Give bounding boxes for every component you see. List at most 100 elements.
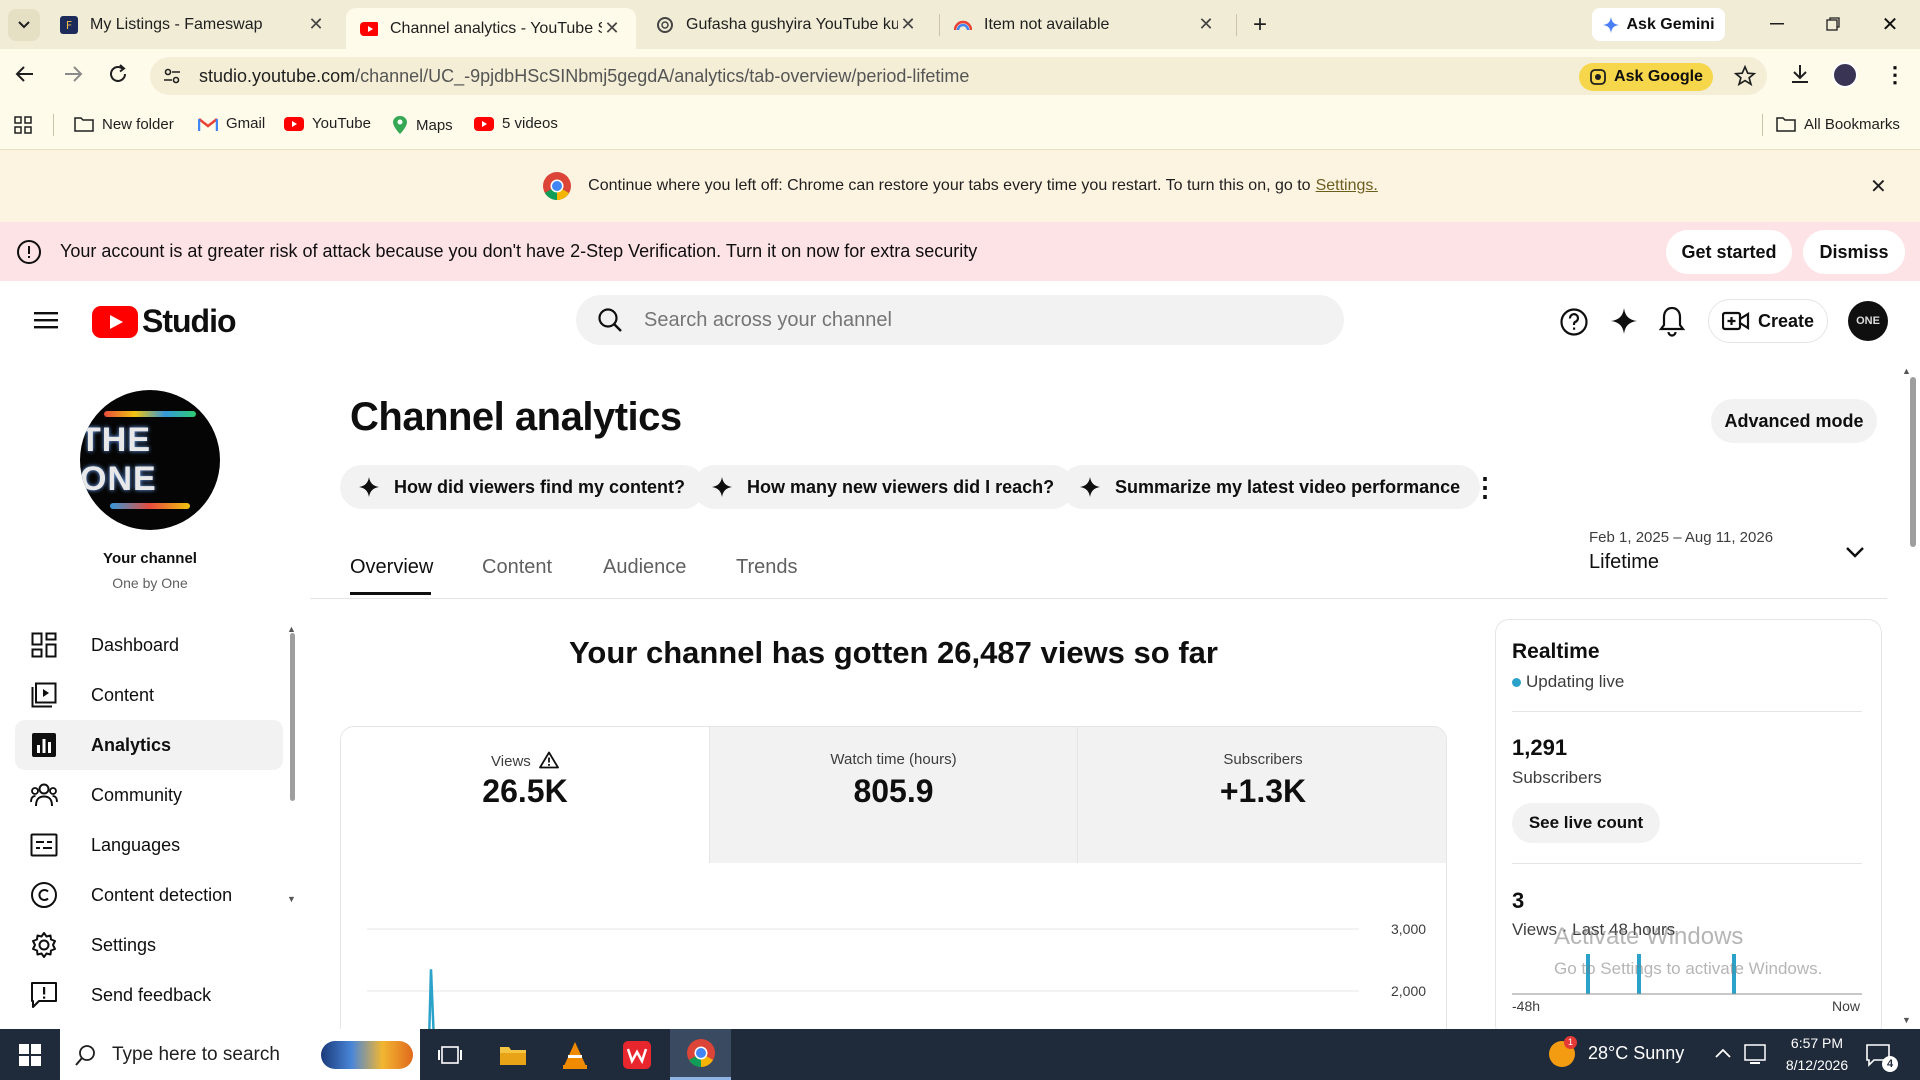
warning-triangle-icon[interactable]: [539, 751, 559, 769]
ai-question-chip[interactable]: Summarize my latest video performance: [1061, 465, 1481, 509]
network-icon[interactable]: [1744, 1043, 1766, 1070]
bookmark-5-videos[interactable]: 5 videos: [474, 115, 558, 132]
apps-grid-icon[interactable]: [14, 116, 32, 139]
metric-views[interactable]: Views 26.5K: [341, 727, 709, 863]
hamburger-menu-icon[interactable]: [34, 310, 58, 335]
security-banner: Your account is at greater risk of attac…: [0, 222, 1920, 281]
browser-tab-active[interactable]: Channel analytics - YouTube Studio ✕: [346, 8, 636, 49]
bookmark-youtube[interactable]: YouTube: [284, 115, 371, 132]
ask-google-button[interactable]: Ask Google: [1579, 63, 1713, 91]
nav-analytics[interactable]: Analytics: [15, 720, 283, 770]
advanced-mode-button[interactable]: Advanced mode: [1711, 399, 1877, 443]
forward-arrow-icon[interactable]: [62, 63, 84, 90]
search-input[interactable]: [644, 308, 1304, 332]
tab-trends[interactable]: Trends: [736, 556, 798, 579]
taskbar-search-box[interactable]: Type here to search: [60, 1029, 420, 1080]
wps-office-icon[interactable]: [607, 1029, 667, 1080]
sidebar-scrollbar-thumb[interactable]: [290, 633, 295, 801]
minimize-window-icon[interactable]: [1763, 10, 1791, 38]
clock-date[interactable]: 8/12/2026: [1772, 1057, 1862, 1073]
bookmark-star-icon[interactable]: [1733, 64, 1757, 92]
windows-start-icon[interactable]: [0, 1029, 60, 1080]
channel-search[interactable]: [576, 295, 1344, 345]
site-info-icon[interactable]: [162, 66, 182, 86]
scroll-up-arrow-icon[interactable]: ▲: [1902, 366, 1911, 376]
nav-languages[interactable]: Languages: [15, 820, 283, 870]
ai-question-chip[interactable]: How many new viewers did I reach?: [693, 465, 1075, 509]
weather-text[interactable]: 28°C Sunny: [1588, 1043, 1684, 1064]
period-label: Lifetime: [1589, 551, 1660, 573]
create-button[interactable]: Create: [1708, 299, 1828, 343]
tab-search-button[interactable]: [8, 9, 40, 41]
scroll-down-arrow-icon[interactable]: ▼: [1902, 1015, 1911, 1025]
nav-content-detection[interactable]: Content detection: [15, 870, 283, 920]
nav-label: Content: [91, 684, 155, 705]
account-avatar[interactable]: ONE: [1848, 301, 1888, 341]
close-tab-icon[interactable]: ✕: [602, 18, 622, 39]
scroll-down-arrow-icon[interactable]: ▼: [287, 894, 296, 904]
bookmarks-divider: [53, 114, 54, 136]
nav-send-feedback[interactable]: Send feedback: [15, 970, 283, 1020]
close-tab-icon[interactable]: ✕: [898, 14, 918, 35]
chrome-taskbar-icon[interactable]: [670, 1029, 731, 1080]
realtime-view-bar[interactable]: [1637, 954, 1641, 994]
tab-title: Gufasha gushyira YouTube kuri: [686, 15, 898, 33]
nav-community[interactable]: Community: [15, 770, 283, 820]
tab-overview[interactable]: Overview: [350, 556, 433, 579]
ai-sparkle-icon[interactable]: [1610, 307, 1638, 340]
realtime-view-bar[interactable]: [1586, 954, 1590, 994]
metric-watch-time[interactable]: Watch time (hours) 805.9: [709, 727, 1077, 863]
tab-audience[interactable]: Audience: [603, 556, 686, 579]
browser-tab[interactable]: Gufasha gushyira YouTube kuri ✕: [642, 6, 932, 43]
file-explorer-icon[interactable]: [483, 1029, 543, 1080]
date-range-picker[interactable]: Feb 1, 2025 – Aug 11, 2026 Lifetime: [1589, 529, 1879, 591]
all-bookmarks[interactable]: All Bookmarks: [1776, 115, 1900, 133]
studio-logo[interactable]: Studio: [92, 303, 237, 340]
close-window-icon[interactable]: ✕: [1876, 10, 1904, 38]
task-view-icon[interactable]: [420, 1029, 480, 1080]
avatar-decoration: [110, 503, 190, 509]
channel-avatar[interactable]: THE ONE: [80, 390, 220, 530]
new-tab-plus-icon[interactable]: +: [1245, 10, 1275, 40]
restore-window-icon[interactable]: [1819, 10, 1847, 38]
bookmark-gmail[interactable]: Gmail: [198, 115, 265, 132]
studio-header: Studio Create ONE: [0, 281, 1920, 361]
dismiss-button[interactable]: Dismiss: [1803, 230, 1905, 274]
create-video-icon: [1721, 311, 1750, 331]
metric-subscribers[interactable]: Subscribers +1.3K: [1077, 727, 1446, 863]
see-live-count-button[interactable]: See live count: [1512, 803, 1660, 843]
chrome-menu-kebab-icon[interactable]: ⋮: [1884, 62, 1906, 88]
metric-value: +1.3K: [1219, 773, 1307, 809]
vlc-icon[interactable]: [545, 1029, 605, 1080]
bookmark-new-folder[interactable]: New folder: [74, 115, 174, 133]
notifications-bell-icon[interactable]: [1658, 305, 1686, 342]
reload-icon[interactable]: [107, 63, 129, 90]
nav-settings[interactable]: Settings: [15, 920, 283, 970]
back-arrow-icon[interactable]: [14, 63, 36, 90]
nav-content[interactable]: Content: [15, 670, 283, 720]
sparkle-icon: [359, 477, 379, 497]
more-options-kebab-icon[interactable]: ⋮: [1472, 467, 1498, 507]
close-tab-icon[interactable]: ✕: [306, 14, 326, 35]
channel-name[interactable]: One by One: [0, 575, 300, 591]
browser-tab[interactable]: Item not available ✕: [940, 6, 1230, 43]
get-started-button[interactable]: Get started: [1666, 230, 1792, 274]
address-bar[interactable]: studio.youtube.com/channel/UC_-9pjdbHScS…: [150, 57, 1767, 95]
help-icon[interactable]: [1559, 307, 1589, 342]
nav-dashboard[interactable]: Dashboard: [15, 620, 283, 670]
clock-time[interactable]: 6:57 PM: [1782, 1035, 1852, 1051]
bookmark-maps[interactable]: Maps: [392, 115, 453, 135]
close-infobar-icon[interactable]: ✕: [1870, 174, 1887, 199]
youtube-studio-favicon-icon: [360, 20, 378, 38]
restore-settings-link[interactable]: Settings.: [1316, 177, 1378, 195]
main-scrollbar-thumb[interactable]: [1910, 377, 1916, 547]
chevron-up-icon[interactable]: [1714, 1046, 1732, 1064]
browser-tab[interactable]: F My Listings - Fameswap ✕: [46, 6, 340, 43]
close-tab-icon[interactable]: ✕: [1196, 14, 1216, 35]
download-icon[interactable]: [1789, 63, 1811, 90]
profile-avatar[interactable]: [1832, 62, 1858, 88]
ai-question-chip[interactable]: How did viewers find my content?: [340, 465, 706, 509]
tab-content[interactable]: Content: [482, 556, 552, 579]
realtime-view-bar[interactable]: [1732, 954, 1736, 994]
ask-gemini-button[interactable]: Ask Gemini: [1592, 8, 1725, 41]
